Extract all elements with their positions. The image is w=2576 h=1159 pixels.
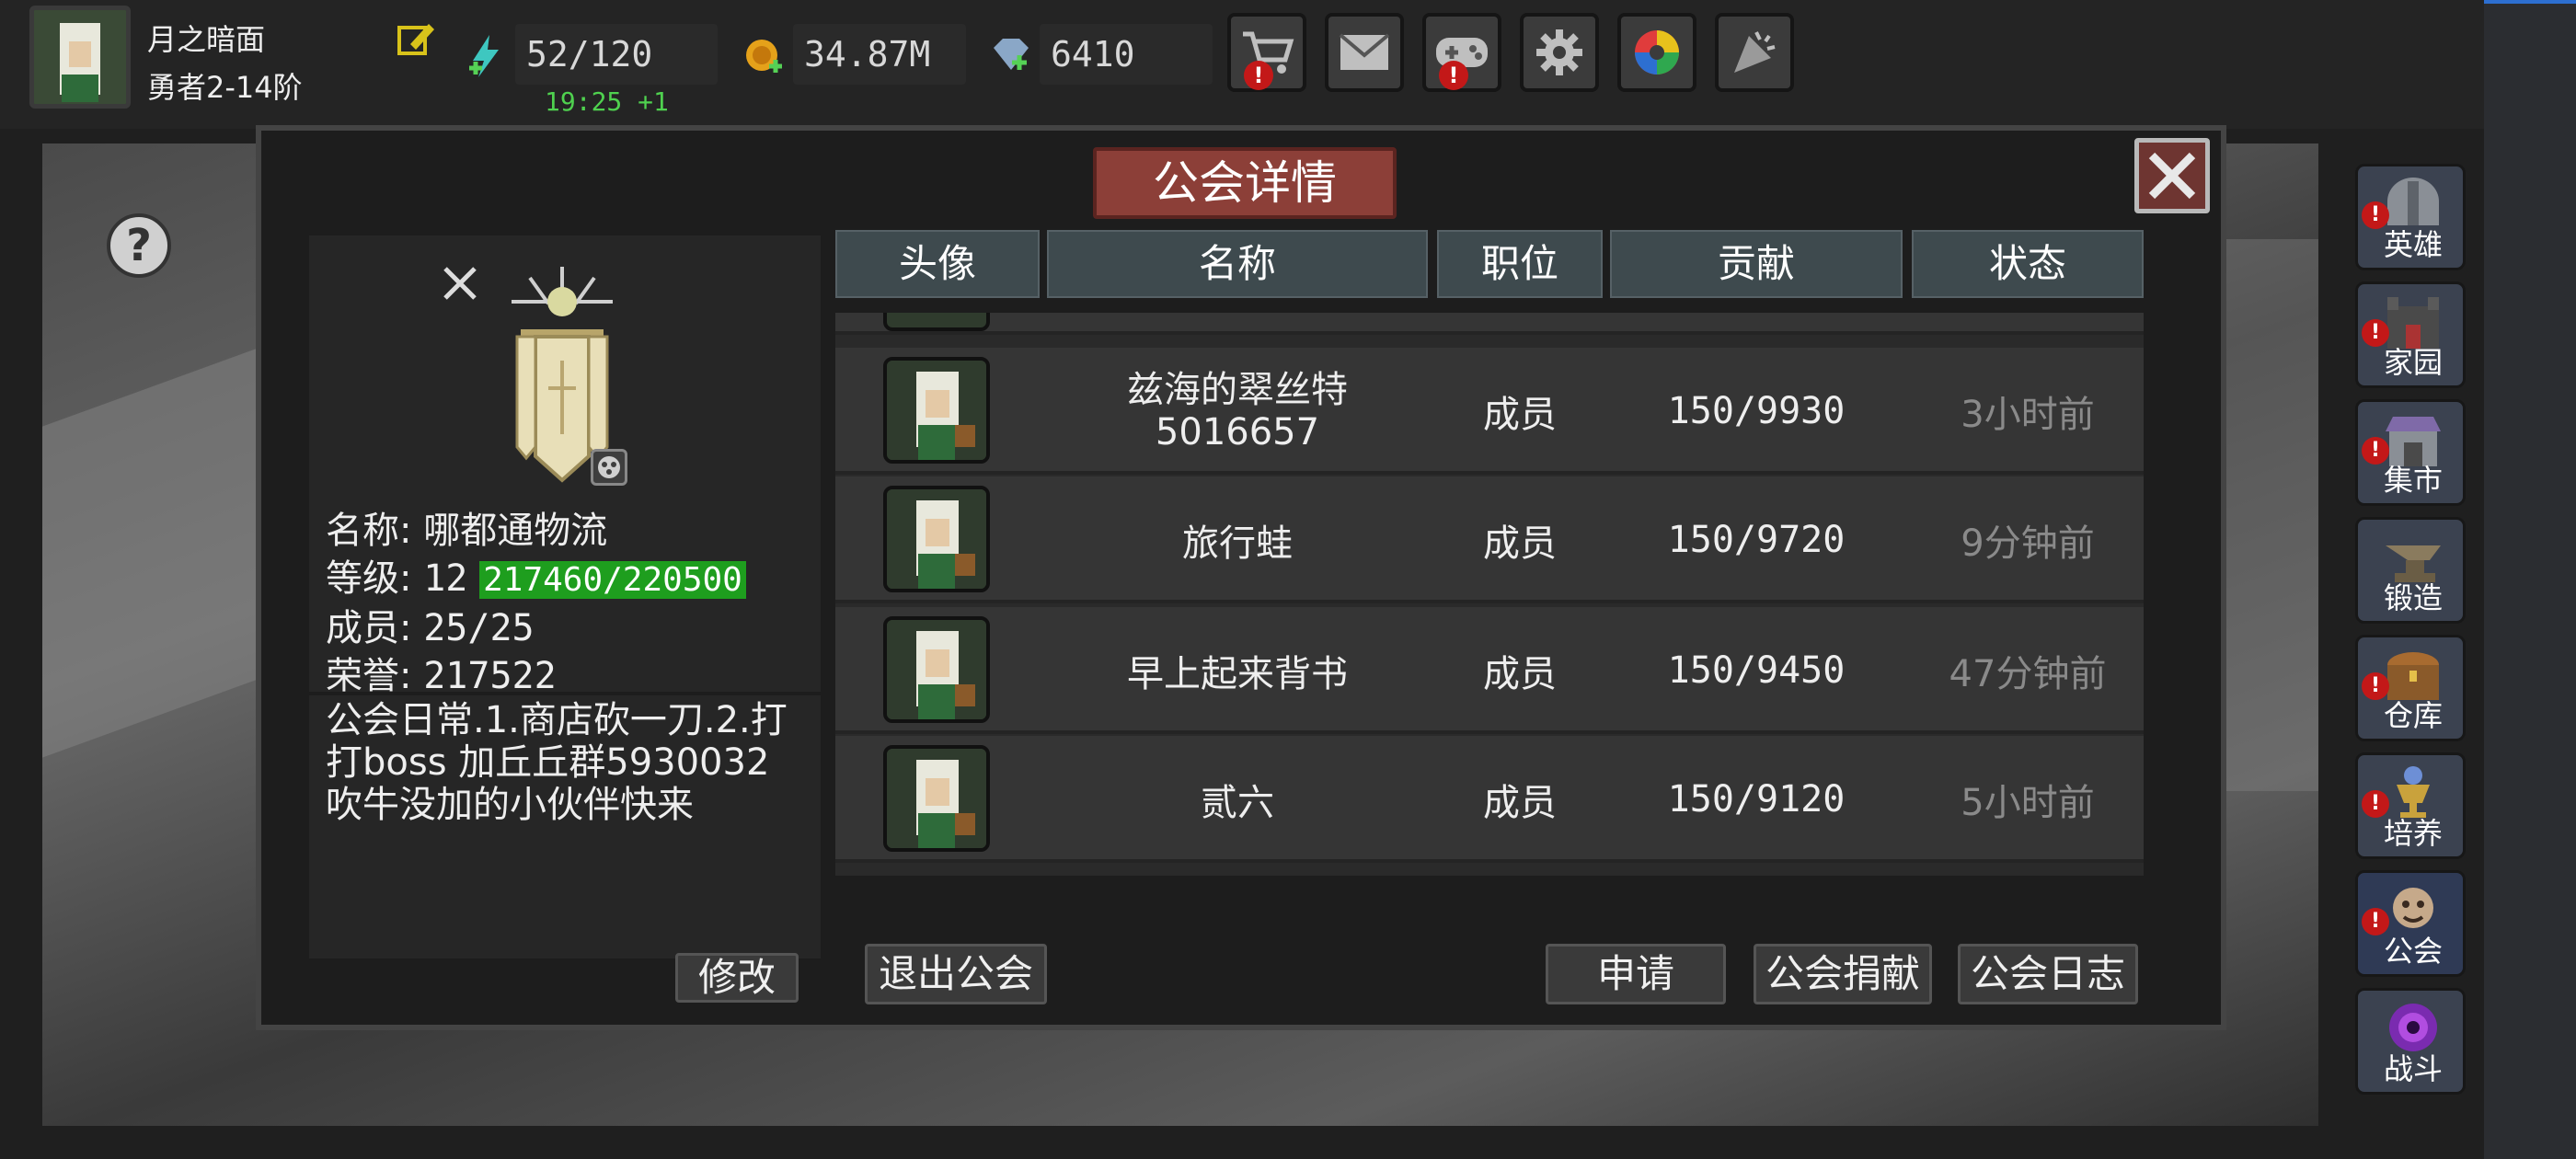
column-status: 状态 <box>1912 230 2144 298</box>
leave-guild-button[interactable]: 退出公会 <box>865 944 1047 1004</box>
sidebar-label: 家园 <box>2383 345 2443 380</box>
guild-name-row: 名称: 哪都通物流 <box>326 500 607 554</box>
member-avatar <box>883 616 990 723</box>
member-avatar <box>883 745 990 852</box>
sidebar-label: 培养 <box>2383 816 2443 851</box>
table-row[interactable]: 兹海的翠丝特 5016657 成员 150/9930 3小时前 <box>835 348 2144 475</box>
energy-value: 52/120 <box>515 24 718 85</box>
guild-name: 哪都通物流 <box>423 510 608 552</box>
player-rank: 勇者2-14阶 <box>147 70 303 105</box>
member-name: 旅行蛙 <box>1182 522 1293 565</box>
sidebar-label: 集市 <box>2383 463 2443 498</box>
mail-button[interactable] <box>1325 13 1404 92</box>
mail-icon <box>1339 33 1390 70</box>
column-contribution: 贡献 <box>1610 230 1903 298</box>
member-status: 9分钟前 <box>1961 522 2095 565</box>
sidebar-item-guild[interactable]: ! 公会 <box>2355 870 2466 977</box>
settings-button[interactable] <box>1520 13 1599 92</box>
sidebar-label: 锻造 <box>2383 580 2443 615</box>
gem-icon <box>990 35 1032 75</box>
gamepad-button[interactable]: ! <box>1422 13 1501 92</box>
dialog-title: 公会详情 <box>1093 147 1397 219</box>
member-name: 早上起来背书 <box>1127 653 1348 695</box>
player-name: 月之暗面 <box>147 22 266 57</box>
sidebar-label: 英雄 <box>2383 227 2443 262</box>
party-popper-icon <box>1734 31 1776 73</box>
member-position: 成员 <box>1483 653 1557 695</box>
sidebar-item-battle[interactable]: 战斗 <box>2355 988 2466 1095</box>
palette-icon <box>598 456 620 478</box>
guild-level: 12 <box>423 557 468 600</box>
divider <box>309 692 821 695</box>
sidebar-item-hero[interactable]: ! 英雄 <box>2355 164 2466 270</box>
guild-name-label: 名称: <box>326 510 412 552</box>
guild-description: 公会日常.1.商店砍一刀.2.打打boss 加丘丘群5930032 吹牛没加的小… <box>326 699 788 826</box>
alert-badge: ! <box>1439 61 1468 90</box>
close-icon <box>2148 152 2196 200</box>
table-row[interactable]: 旅行蛙 成员 150/9720 9分钟前 <box>835 476 2144 603</box>
guild-level-label: 等级: <box>326 557 412 600</box>
sidebar-label: 公会 <box>2383 934 2443 969</box>
shop-cart-button[interactable]: ! <box>1227 13 1306 92</box>
table-row[interactable]: 早上起来背书 成员 150/9450 47分钟前 <box>835 607 2144 734</box>
guild-exp-bar: 217460/220500 <box>479 561 746 599</box>
table-row[interactable]: 贰六 成员 150/9120 5小时前 <box>835 736 2144 863</box>
right-edge-panel <box>2484 0 2576 1159</box>
help-button[interactable]: ? <box>107 213 171 278</box>
player-avatar[interactable] <box>29 6 131 109</box>
sidebar-item-storage[interactable]: ! 仓库 <box>2355 635 2466 741</box>
member-name: 兹海的翠丝特 5016657 <box>1127 369 1348 453</box>
guild-members-row: 成员: 25/25 <box>326 598 535 651</box>
sidebar-item-home[interactable]: ! 家园 <box>2355 281 2466 388</box>
close-button[interactable] <box>2134 138 2210 213</box>
member-position: 成员 <box>1483 394 1557 436</box>
member-table[interactable]: 兹海的翠丝特 5016657 成员 150/9930 3小时前 旅行蛙 成员 1… <box>835 313 2144 876</box>
member-position: 成员 <box>1483 522 1557 565</box>
member-status: 5小时前 <box>1961 782 2095 824</box>
gold-icon <box>743 35 784 75</box>
column-name: 名称 <box>1047 230 1428 298</box>
energy-timer: 19:25 +1 <box>545 86 669 117</box>
guild-members-label: 成员: <box>326 607 412 649</box>
gear-icon <box>1536 29 1582 75</box>
column-position: 职位 <box>1437 230 1603 298</box>
member-avatar <box>883 486 990 592</box>
sidebar-label: 仓库 <box>2383 698 2443 733</box>
member-contribution: 150/9450 <box>1667 649 1846 692</box>
edit-description-button[interactable]: 修改 <box>675 953 799 1003</box>
member-status: 3小时前 <box>1961 394 2095 436</box>
member-avatar <box>883 357 990 464</box>
apply-button[interactable]: 申请 <box>1546 944 1726 1004</box>
guild-log-button[interactable]: 公会日志 <box>1958 944 2138 1004</box>
member-status: 47分钟前 <box>1949 653 2107 695</box>
member-contribution: 150/9120 <box>1667 778 1846 820</box>
scene-cliff <box>2226 239 2318 791</box>
celebration-button[interactable] <box>1715 13 1794 92</box>
table-row[interactable] <box>835 313 2144 335</box>
gold-value: 34.87M <box>793 24 966 85</box>
guild-donate-button[interactable]: 公会捐献 <box>1754 944 1932 1004</box>
alert-badge: ! <box>1244 61 1273 90</box>
energy-icon <box>467 33 504 79</box>
gem-value: 6410 <box>1040 24 1213 85</box>
color-wheel-icon <box>1635 30 1679 75</box>
accent-strip <box>2484 0 2576 4</box>
guild-members: 25/25 <box>423 607 535 649</box>
sidebar-item-market[interactable]: ! 集市 <box>2355 399 2466 506</box>
guild-level-row: 等级: 12 217460/220500 <box>326 548 746 602</box>
member-contribution: 150/9930 <box>1667 390 1846 432</box>
close-icon[interactable] <box>438 261 482 305</box>
sidebar-item-forge[interactable]: 锻造 <box>2355 517 2466 624</box>
color-wheel-button[interactable] <box>1617 13 1696 92</box>
member-contribution: 150/9720 <box>1667 519 1846 561</box>
column-avatar: 头像 <box>835 230 1040 298</box>
member-avatar <box>883 313 990 331</box>
change-emblem-button[interactable] <box>591 449 627 486</box>
edit-icon[interactable] <box>396 18 436 59</box>
sidebar-label: 战斗 <box>2383 1051 2443 1086</box>
member-position: 成员 <box>1483 782 1557 824</box>
member-name: 贰六 <box>1201 782 1274 824</box>
sidebar-item-train[interactable]: ! 培养 <box>2355 752 2466 859</box>
